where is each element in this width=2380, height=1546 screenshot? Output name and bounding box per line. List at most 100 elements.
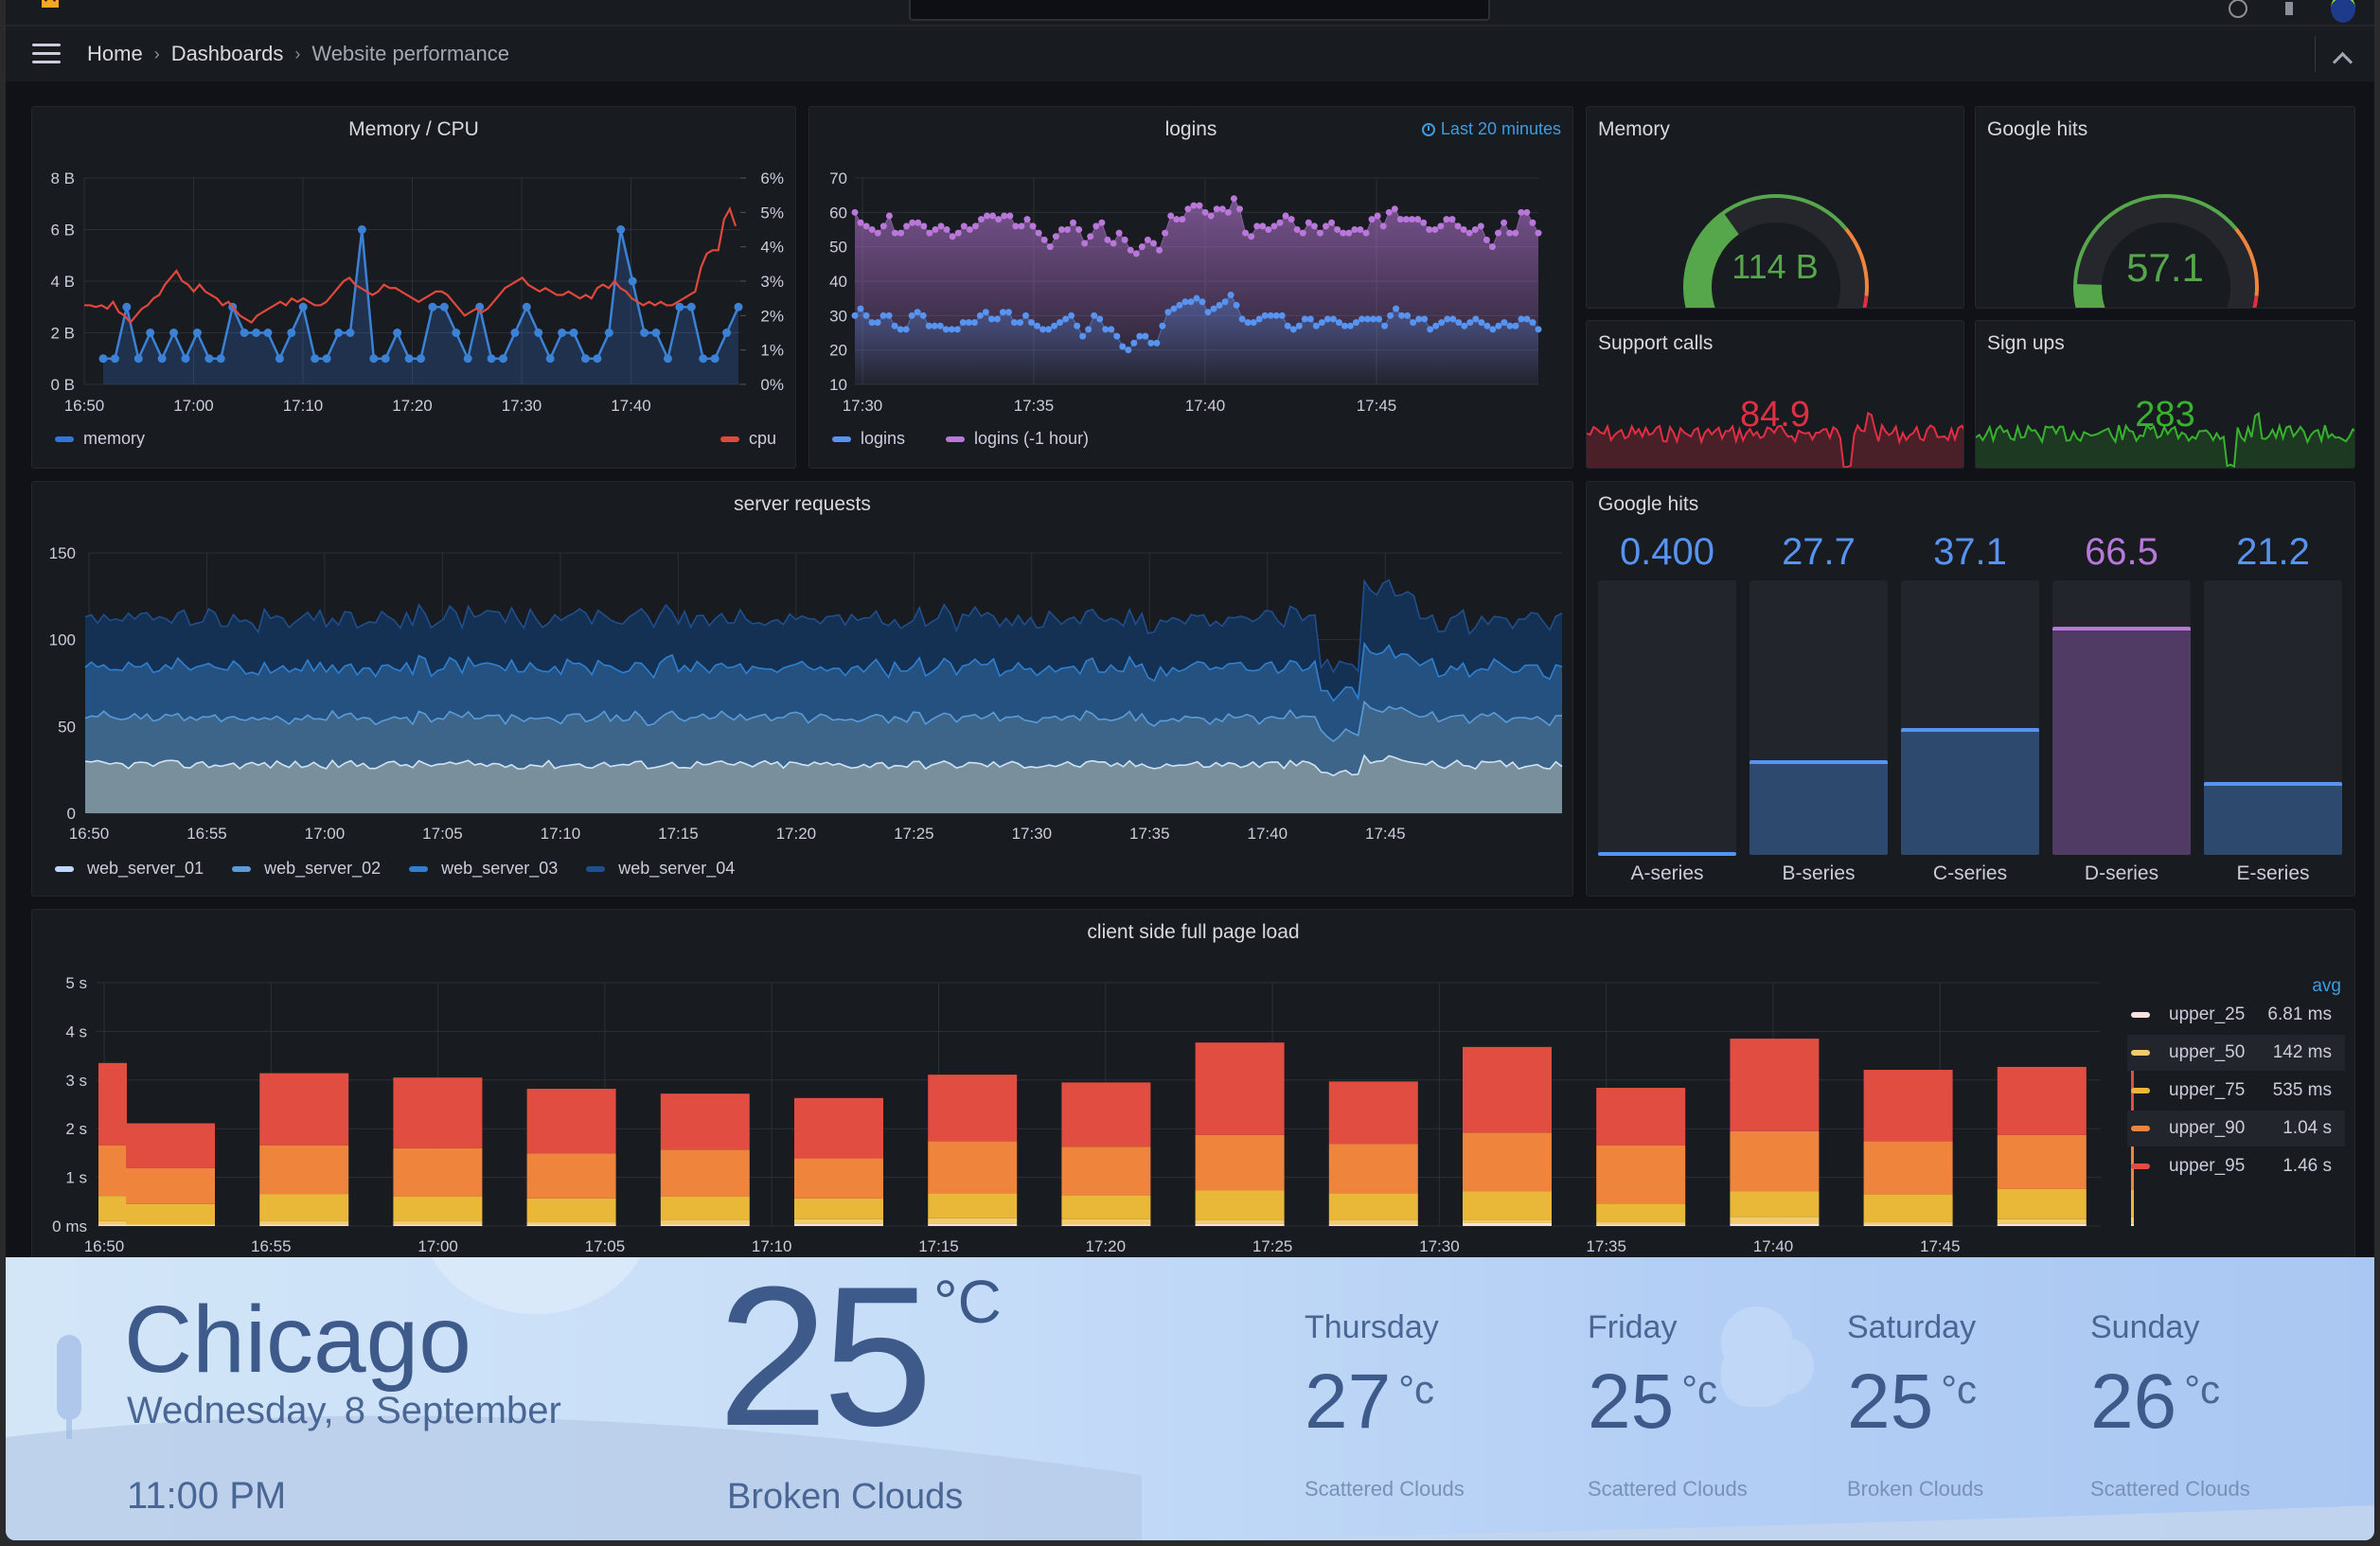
legend-item-upper-90[interactable]: upper_90 1.04 s <box>2127 1111 2345 1146</box>
collapse-button[interactable] <box>2315 36 2374 73</box>
logins-prev-point <box>1379 222 1387 230</box>
logins-prev-point <box>1156 246 1163 254</box>
upper_90-bar <box>928 1141 1018 1194</box>
menu-icon[interactable] <box>32 44 61 64</box>
grafana-logo-icon[interactable] <box>40 0 61 9</box>
logins-prev-point <box>1518 208 1525 216</box>
legend-item-upper-95[interactable]: upper_95 1.46 s <box>2127 1148 2345 1184</box>
logins-point <box>1415 315 1423 323</box>
y-tick-label: 0 ms <box>52 1217 87 1235</box>
legend-item-web-server-02[interactable]: web_server_02 <box>232 859 381 879</box>
help-icon[interactable] <box>2229 0 2247 18</box>
upper_50-bar <box>794 1218 883 1224</box>
logins-prev-point <box>1351 226 1359 233</box>
legend-label: logins (-1 hour) <box>974 429 1090 448</box>
chevron-right-icon: › <box>294 44 301 63</box>
legend-item-logins[interactable]: logins <box>832 429 905 449</box>
page-load-chart: 0 ms 1 s 2 s 3 s 4 s 5 s 16:50 16:55 17:00 17:05 1… <box>52 974 2134 1255</box>
logins-point <box>1512 322 1519 329</box>
logins-point <box>1306 315 1314 323</box>
memory-point <box>463 354 472 364</box>
logins-point <box>1421 315 1429 323</box>
upper_50-bar <box>1328 1219 1418 1225</box>
y-tick-label: 30 <box>829 307 847 325</box>
avatar[interactable] <box>2331 0 2355 23</box>
upper_50-bar <box>1061 1218 1151 1225</box>
logins-prev-point <box>1529 219 1536 226</box>
memory-point <box>439 302 449 311</box>
forecast-temp: 26 <box>2090 1359 2177 1445</box>
logins-prev-point <box>989 212 997 220</box>
legend-item-web-server-03[interactable]: web_server_03 <box>409 859 558 879</box>
panel-server-requests[interactable]: server requests 0 50 100 150 16:50 16:55 17:00… <box>31 481 1573 897</box>
logins-prev-point <box>1173 216 1181 223</box>
news-icon[interactable] <box>2285 2 2293 15</box>
forecast-unit: °c <box>1398 1367 1435 1412</box>
logins-prev-point <box>1196 202 1203 209</box>
logins-prev-point <box>1512 229 1519 237</box>
upper_95-bar <box>393 1077 483 1148</box>
bar-fill <box>1901 727 2039 855</box>
panel-page-load[interactable]: client side full page load 0 ms 1 s2 s3 s… <box>31 909 2355 1269</box>
legend-item-upper-75[interactable]: upper_75 535 ms <box>2127 1073 2345 1109</box>
logins-point <box>1022 311 1029 319</box>
logins-point <box>1091 311 1098 319</box>
upper_95-bar <box>1328 1081 1418 1145</box>
page-load-legend: avg upper_25 6.81 ms upper_50 142 ms upper_7… <box>2127 976 2354 1260</box>
logins-point <box>1096 315 1104 323</box>
legend-sort-avg[interactable]: avg <box>2312 976 2341 997</box>
x-tick-label: 16:50 <box>84 1237 125 1255</box>
legend-label: upper_25 <box>2169 1004 2246 1024</box>
breadcrumb-home[interactable]: Home <box>87 42 143 66</box>
logins-point <box>1523 315 1531 323</box>
weather-unit: °C <box>933 1268 1002 1336</box>
legend-item-upper-25[interactable]: upper_25 6.81 ms <box>2127 997 2345 1033</box>
panel-sign-ups[interactable]: Sign ups 283 <box>1975 320 2355 469</box>
logins-prev-point <box>1213 205 1220 213</box>
logins-point <box>1427 326 1434 333</box>
legend-item-memory[interactable]: memory <box>55 429 145 449</box>
upper_90-bar <box>794 1158 883 1199</box>
logins-point <box>1159 322 1166 329</box>
logins-point <box>1199 298 1206 306</box>
panel-memory-gauge[interactable]: Memory 114 B <box>1586 106 1964 309</box>
legend-item-cpu[interactable]: cpu <box>719 429 776 449</box>
logins-prev-point <box>1046 243 1054 251</box>
memory-point <box>311 354 320 364</box>
forecast-unit: °c <box>1681 1367 1718 1412</box>
logins-point <box>948 326 955 333</box>
upper_95-bar <box>794 1097 883 1159</box>
y-tick-label: 50 <box>829 239 847 257</box>
logins-point <box>1233 301 1240 309</box>
logins-prev-point <box>1184 205 1192 213</box>
logins-point <box>1410 319 1417 327</box>
legend-item-logins-prev[interactable]: logins (-1 hour) <box>946 429 1089 449</box>
logins-prev-point <box>915 219 922 226</box>
logins-point <box>885 311 893 319</box>
logins-point <box>897 326 904 333</box>
upper_25-bar <box>1463 1222 1552 1226</box>
upper_95-bar <box>526 1089 616 1154</box>
upper_75-bar <box>1730 1191 1820 1217</box>
panel-memory-cpu[interactable]: Memory / CPU 0 B 2 B 4 B 6 B 8 B 0% 1% 2% 3% 4% 5%… <box>31 106 796 469</box>
forecast-temp: 25 <box>1588 1359 1675 1445</box>
breadcrumb-dashboards[interactable]: Dashboards <box>171 42 284 66</box>
panel-logins[interactable]: logins Last 20 minutes 10 20 30 40 50 60 70 17:… <box>808 106 1573 469</box>
logins-prev-point <box>1040 236 1048 243</box>
legend-item-web-server-01[interactable]: web_server_01 <box>55 859 204 879</box>
panel-support-calls[interactable]: Support calls 84.9 <box>1586 320 1964 469</box>
panel-google-hits-gauge[interactable]: Google hits 57.1 <box>1975 106 2355 309</box>
logins-prev-point <box>1340 229 1347 237</box>
legend-item-upper-50[interactable]: upper_50 142 ms <box>2127 1035 2345 1071</box>
logins-prev-point <box>1248 233 1255 240</box>
server-requests-chart: 0 50 100 150 16:50 16:55 17:00 17:05 17:10 17:15 1… <box>49 544 1563 842</box>
upper_25-bar <box>393 1224 483 1226</box>
logins-prev-point <box>868 226 876 233</box>
time-range-link[interactable]: Last 20 minutes <box>1421 119 1561 139</box>
legend-item-web-server-04[interactable]: web_server_04 <box>586 859 735 879</box>
search-input[interactable] <box>909 0 1490 21</box>
panel-google-hits-bars[interactable]: Google hits 0.400 A-series 27.7 B-series 37.… <box>1586 481 2355 897</box>
logins-point <box>982 309 989 316</box>
logins-prev-point <box>1115 229 1123 237</box>
logins-point <box>1034 322 1041 329</box>
